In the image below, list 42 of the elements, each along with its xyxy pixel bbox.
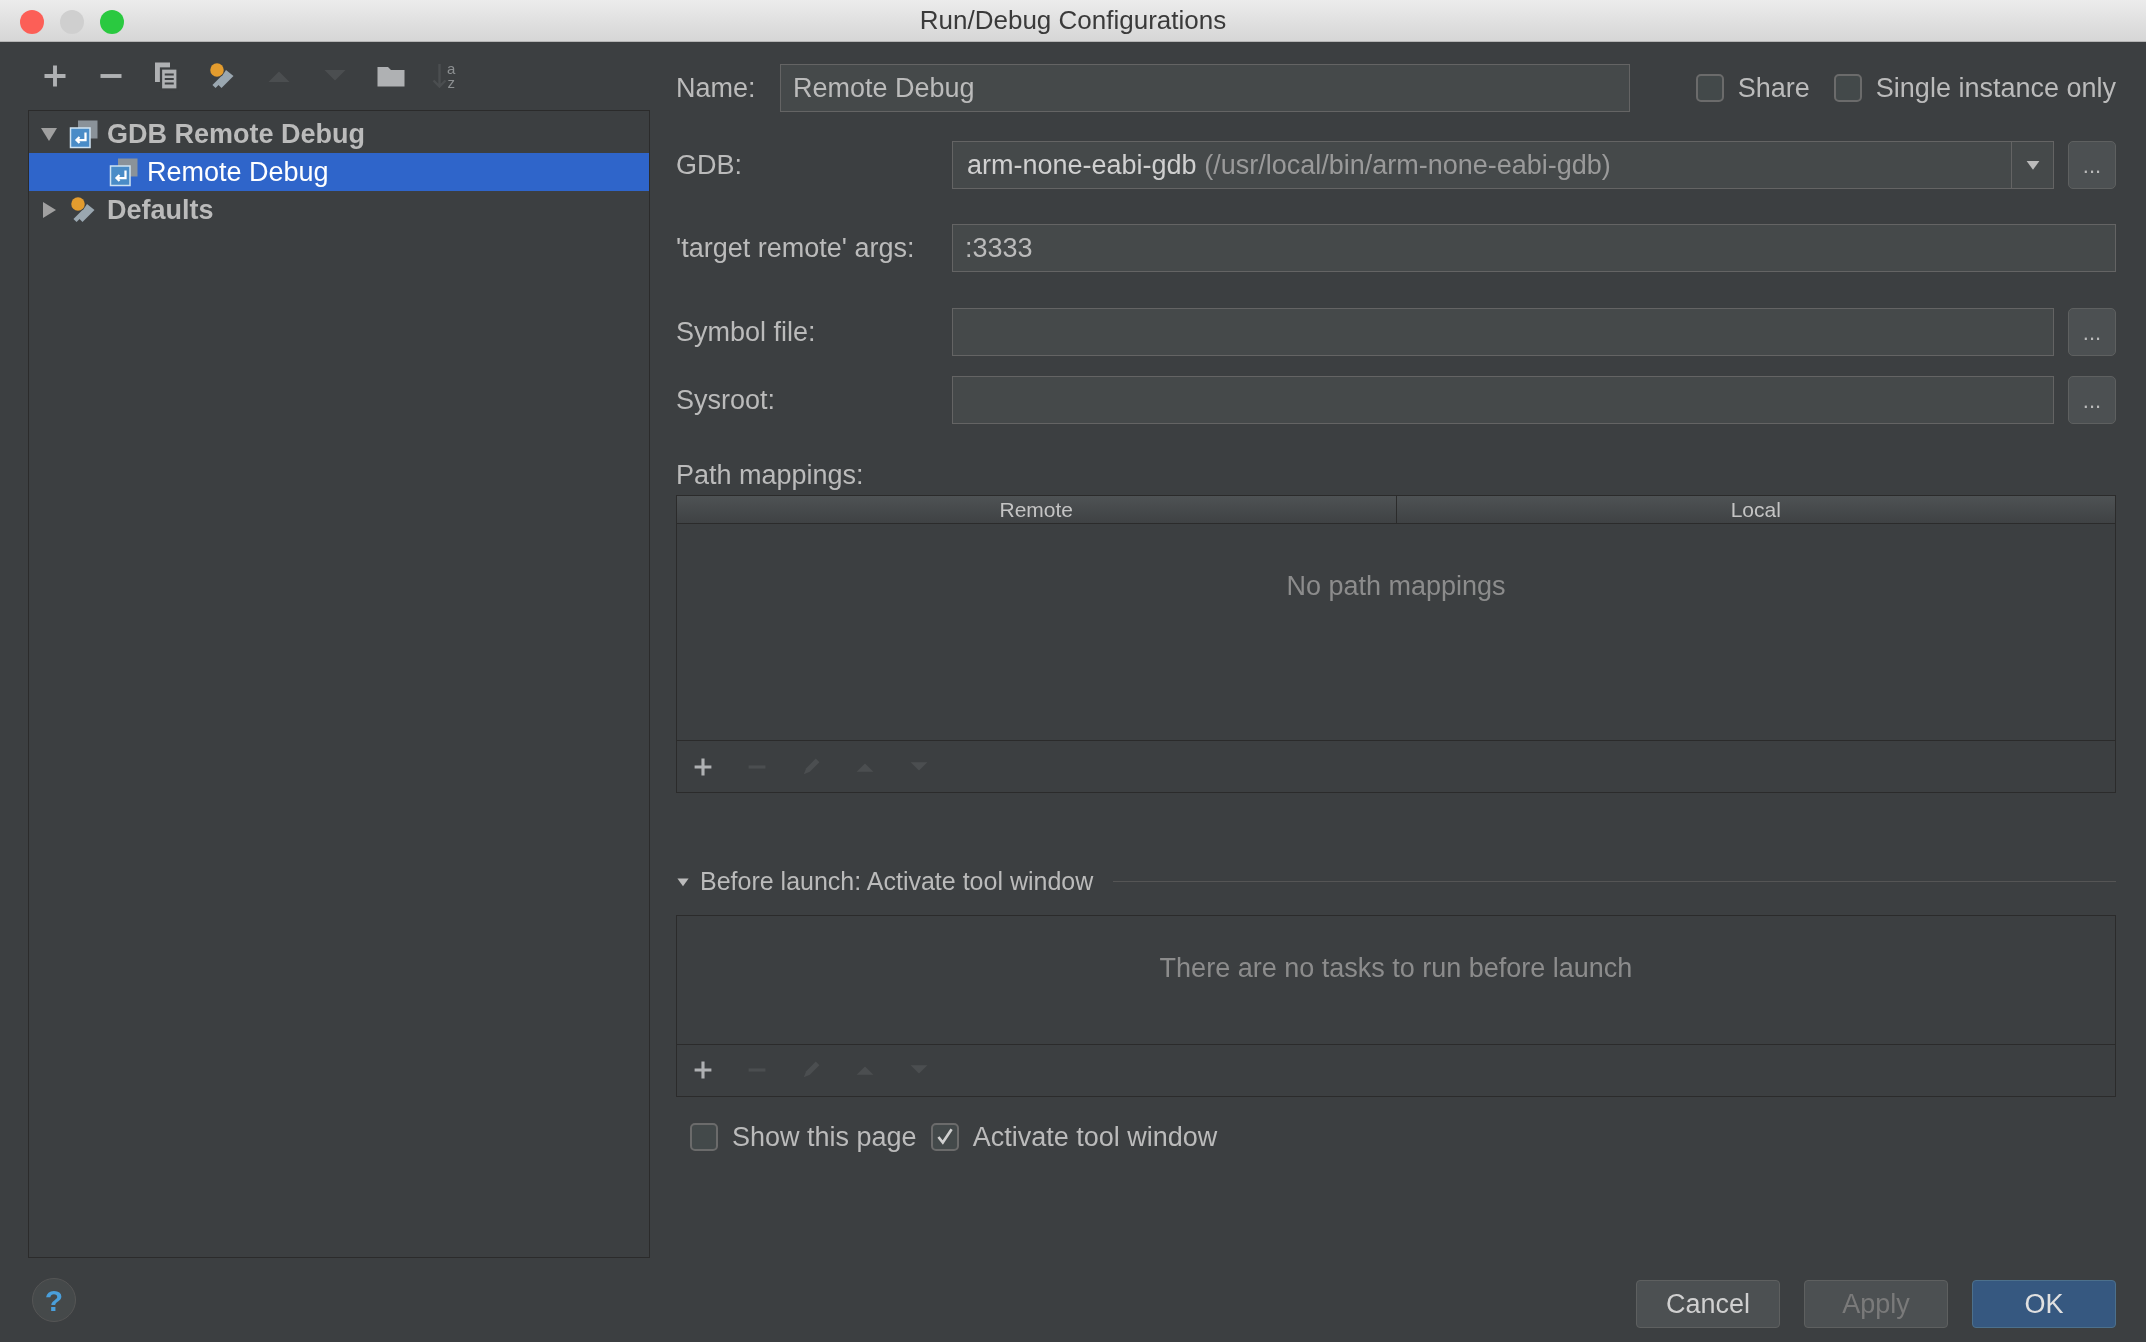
field-label: Symbol file: — [676, 315, 817, 349]
tree-item-label: Defaults — [107, 193, 214, 227]
window-title: Run/Debug Configurations — [919, 4, 1227, 37]
dropdown-value: arm-none-eabi-gdb (/usr/local/bin/arm-none-eabi-gdb) — [966, 148, 1612, 182]
gdb-dropdown[interactable]: arm-none-eabi-gdb (/usr/local/bin/arm-none-eabi-gdb) — [952, 141, 2054, 189]
section-title: Before launch: Activate tool window — [700, 866, 1094, 897]
column-header[interactable]: Local — [1395, 496, 2115, 523]
field-label: Sysroot: — [676, 383, 777, 417]
checkbox[interactable] — [930, 1122, 959, 1151]
name-label: Name: — [676, 71, 757, 105]
browse-button[interactable]: ... — [2068, 308, 2116, 356]
zoom-button[interactable] — [100, 10, 124, 34]
empty-message: There are no tasks to run before launch — [1159, 951, 1633, 980]
field-label: 'target remote' args: — [676, 231, 916, 265]
checkbox[interactable] — [1695, 74, 1724, 102]
remote-config-icon — [69, 119, 99, 149]
tree-item[interactable]: Remote Debug — [29, 153, 649, 191]
tree-item[interactable]: GDB Remote Debug — [29, 115, 649, 153]
tree-item[interactable]: Defaults — [29, 191, 649, 229]
name-field[interactable]: Remote Debug — [780, 64, 1630, 112]
field-label: GDB: — [676, 148, 743, 182]
checkbox-label: Activate tool window — [972, 1120, 1218, 1154]
checkbox[interactable] — [1833, 74, 1862, 102]
section-label: Path mappings: — [676, 459, 865, 489]
checkbox-label: Single instance only — [1875, 71, 2116, 105]
remote-config-icon — [109, 157, 139, 187]
close-button[interactable] — [20, 10, 44, 34]
checkbox[interactable] — [690, 1122, 718, 1151]
path-field[interactable] — [952, 308, 2054, 356]
tree-item-label: GDB Remote Debug — [107, 117, 366, 151]
help-button[interactable]: ? — [32, 1278, 76, 1322]
dialog-button[interactable]: OK — [1972, 1280, 2116, 1328]
checkbox-label: Share — [1737, 71, 1810, 105]
dialog-button[interactable]: Cancel — [1636, 1280, 1780, 1328]
path-field[interactable] — [952, 376, 2054, 424]
tree-item-label: Remote Debug — [147, 155, 329, 189]
checkbox-label: Show this page — [732, 1120, 917, 1154]
browse-button[interactable]: ... — [2068, 376, 2116, 424]
minimize-button[interactable] — [60, 10, 84, 34]
text-field[interactable]: :3333 — [952, 224, 2116, 272]
column-header[interactable]: Remote — [677, 496, 1396, 523]
browse-button[interactable]: ... — [2068, 141, 2116, 189]
